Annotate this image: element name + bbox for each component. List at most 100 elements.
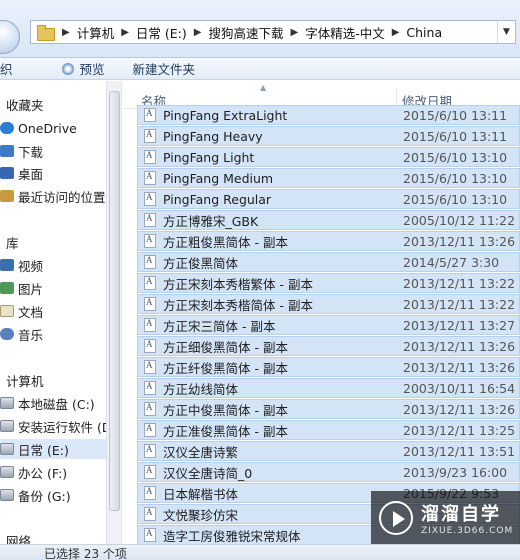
new-folder-button[interactable]: 新建文件夹 [133,59,196,78]
nav-network[interactable]: 网络 [6,530,31,545]
file-date: 2003/10/11 16:54 [403,380,516,396]
drive-icon [0,466,14,478]
nav-favorites[interactable]: 收藏夹 [6,94,44,114]
font-file-icon [144,192,156,206]
file-name: 方正纤俊黑简体 - 副本 [163,360,288,376]
chevron-right-icon[interactable]: ▶ [392,27,400,38]
address-dropdown-icon[interactable]: ▼ [497,21,515,43]
organize-button[interactable]: 织 [0,59,13,78]
file-date: 2013/12/11 13:26 [403,401,516,417]
nav-item-onedrive[interactable]: OneDrive [0,118,77,138]
nav-item-downloads[interactable]: 下载 [0,141,43,161]
font-file-icon [144,381,156,395]
file-row[interactable]: 方正宋刻本秀楷繁体 - 副本 2013/12/11 13:22 [137,273,520,293]
chevron-right-icon[interactable]: ▶ [62,27,70,38]
font-file-icon [144,234,156,248]
folder-icon [37,25,55,41]
file-row[interactable]: 方正幼线简体 2003/10/11 16:54 [137,378,520,398]
nav-item-drive-g[interactable]: 备份 (G:) [0,485,71,505]
file-row[interactable]: PingFang Medium 2015/6/10 13:10 [137,168,520,188]
desktop-icon [0,167,14,179]
nav-item-drive-e[interactable]: 日常 (E:) [0,439,106,459]
file-date: 2015/6/10 13:10 [403,149,508,165]
file-row[interactable]: 方正细俊黑简体 - 副本 2013/12/11 13:26 [137,336,520,356]
file-row[interactable]: 方正宋刻本秀楷简体 - 副本 2013/12/11 13:22 [137,294,520,314]
file-name: PingFang Regular [163,191,272,207]
nav-item-label: 最近访问的位置 [18,189,106,205]
nav-scrollbar-thumb[interactable] [109,91,120,511]
font-file-icon [144,213,156,227]
nav-item-drive-f[interactable]: 办公 (F:) [0,462,67,482]
nav-item-music[interactable]: 音乐 [0,324,43,344]
file-row[interactable]: 汉仪全唐诗繁 2013/12/11 13:51 [137,441,520,461]
font-file-icon [144,528,156,542]
file-row[interactable]: 方正宋三简体 - 副本 2013/12/11 13:27 [137,315,520,335]
file-list-pane: ▲ 名称 修改日期 PingFang ExtraLight2015/6/10 1… [123,81,520,544]
nav-libraries[interactable]: 库 [6,232,19,252]
file-row[interactable]: PingFang Regular 2015/6/10 13:10 [137,189,520,209]
nav-item-label: 视频 [18,258,44,274]
nav-item-label: 下载 [18,144,44,160]
file-name: 方正粗俊黑简体 - 副本 [163,234,288,250]
file-row[interactable]: 方正中俊黑简体 - 副本 2013/12/11 13:26 [137,399,520,419]
recent-places-icon [0,190,14,202]
chevron-right-icon[interactable]: ▶ [194,27,202,38]
nav-item-documents[interactable]: 文档 [0,301,43,321]
breadcrumb-china[interactable]: China [406,25,442,40]
file-date: 2013/12/11 13:25 [403,422,516,438]
file-row[interactable]: 方正纤俊黑简体 - 副本 2013/12/11 13:26 [137,357,520,377]
file-row[interactable]: 方正博雅宋_GBK 2005/10/12 11:22 [137,210,520,230]
nav-item-videos[interactable]: 视频 [0,255,43,275]
font-file-icon [144,276,156,290]
file-date: 2013/12/11 13:22 [403,275,516,291]
sort-up-icon: ▲ [260,83,267,92]
file-name: 方正幼线简体 [163,381,239,397]
file-row[interactable]: 方正俊黑简体 2014/5/27 3:30 [137,252,520,272]
file-name: 方正俊黑简体 [163,255,239,271]
music-icon [0,328,14,340]
preview-button[interactable]: 预览 [80,59,105,78]
file-row[interactable]: 方正准俊黑简体 - 副本 2013/12/11 13:25 [137,420,520,440]
breadcrumb-computer[interactable]: 计算机 [77,23,115,42]
file-name: PingFang Heavy [163,128,263,144]
file-row[interactable]: PingFang Light 2015/6/10 13:10 [137,147,520,167]
nav-item-label: 备份 (G:) [18,488,71,504]
chevron-right-icon[interactable]: ▶ [121,27,129,38]
file-name: 造字工房俊雅锐宋常规体 [163,528,301,544]
file-name: PingFang Medium [163,170,274,186]
status-bar: 已选择 23 个项 [0,544,520,560]
file-name: 日本解楷书体 [163,486,239,502]
nav-item-drive-d[interactable]: 安装运行软件 (D [0,416,111,436]
font-file-icon [144,486,156,500]
nav-computer[interactable]: 计算机 [6,370,44,390]
breadcrumb-drive-e[interactable]: 日常 (E:) [136,23,187,42]
file-date: 2013/12/11 13:27 [403,317,516,333]
file-name: 方正宋刻本秀楷简体 - 副本 [163,297,313,313]
file-row[interactable]: PingFang ExtraLight 2015/6/10 13:11 [137,105,520,125]
nav-computer-label: 计算机 [6,373,44,389]
nav-item-label: OneDrive [18,120,77,136]
cloud-icon [0,122,14,134]
address-box[interactable]: ▶ 计算机 ▶ 日常 (E:) ▶ 搜狗高速下载 ▶ 字体精选-中文 ▶ Chi… [30,20,516,44]
nav-item-label: 办公 (F:) [18,465,68,481]
font-file-icon [144,297,156,311]
back-button[interactable] [0,20,20,54]
nav-favorites-label: 收藏夹 [6,97,44,113]
nav-item-pictures[interactable]: 图片 [0,278,43,298]
file-date: 2013/12/11 13:51 [403,443,516,459]
file-row[interactable]: 方正粗俊黑简体 - 副本 2013/12/11 13:26 [137,231,520,251]
file-row[interactable]: PingFang Heavy 2015/6/10 13:11 [137,126,520,146]
file-name: 方正博雅宋_GBK [163,213,259,229]
chevron-right-icon[interactable]: ▶ [290,27,298,38]
font-file-icon [144,339,156,353]
file-date: 2015/6/10 13:10 [403,191,508,207]
breadcrumb-sogou-download[interactable]: 搜狗高速下载 [208,23,283,42]
file-row[interactable]: 汉仪全唐诗简_0 2013/9/23 16:00 [137,462,520,482]
nav-item-recent[interactable]: 最近访问的位置 [0,186,106,206]
breadcrumb-font-collection[interactable]: 字体精选-中文 [305,23,385,42]
nav-scrollbar[interactable] [106,81,121,544]
file-date: 2015/6/10 13:11 [403,107,508,123]
nav-item-drive-c[interactable]: 本地磁盘 (C:) [0,393,95,413]
nav-item-desktop[interactable]: 桌面 [0,163,43,183]
file-date: 2013/12/11 13:26 [403,359,516,375]
